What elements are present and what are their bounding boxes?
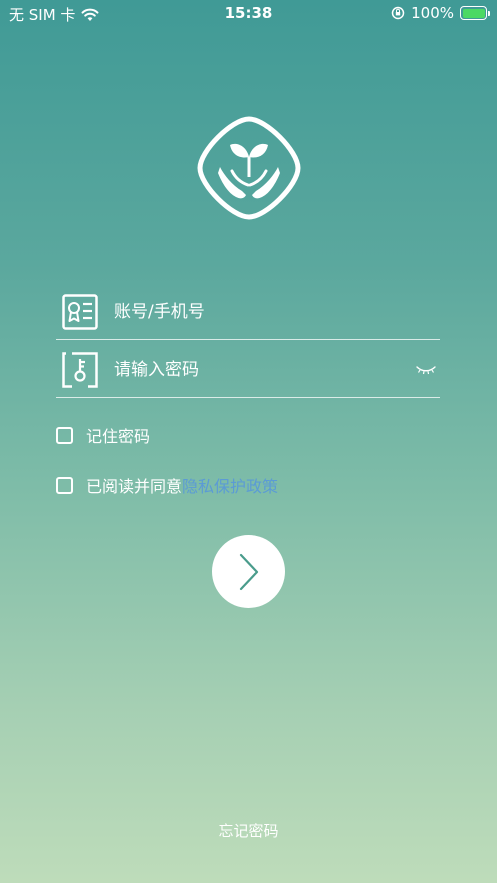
- password-input[interactable]: [114, 342, 414, 398]
- privacy-agreement-checkbox[interactable]: [56, 476, 73, 494]
- status-bar: 无 SIM 卡 15:38 100%: [0, 0, 497, 28]
- eye-closed-icon[interactable]: [416, 364, 436, 376]
- key-icon: [62, 352, 98, 388]
- remember-password-label: 记住密码: [86, 427, 151, 446]
- status-right: 100%: [391, 4, 490, 22]
- password-field[interactable]: [56, 342, 440, 398]
- remember-password-checkbox[interactable]: [56, 426, 73, 444]
- battery-icon: [460, 6, 490, 20]
- privacy-agreement-row[interactable]: 已阅读并同意 隐私保护政策: [56, 473, 278, 497]
- privacy-policy-link[interactable]: 隐私保护政策: [182, 473, 278, 497]
- account-input[interactable]: [114, 284, 414, 340]
- id-card-icon: [62, 294, 98, 330]
- agree-prefix-label: 已阅读并同意: [86, 477, 183, 496]
- battery-percent: 100%: [411, 4, 454, 22]
- login-button[interactable]: [212, 535, 285, 608]
- chevron-right-icon: [239, 553, 258, 590]
- app-logo: [197, 116, 301, 220]
- forgot-password-link[interactable]: 忘记密码: [0, 820, 497, 841]
- remember-password-row[interactable]: 记住密码: [56, 423, 150, 447]
- account-field[interactable]: [56, 284, 440, 340]
- rotation-lock-icon: [391, 6, 405, 20]
